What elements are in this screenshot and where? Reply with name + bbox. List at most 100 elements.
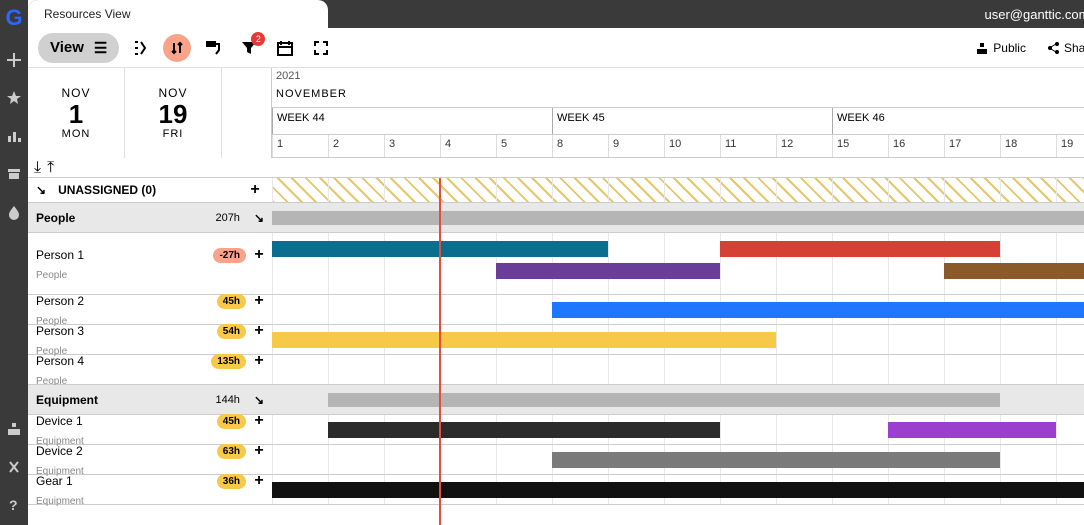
task-bar[interactable]: [328, 393, 1000, 407]
hours-pill: 54h: [217, 324, 246, 339]
expand-icon[interactable]: ↘: [36, 183, 46, 197]
collapse-group-icon[interactable]: ↘: [254, 393, 264, 407]
group-name: Equipment: [36, 393, 98, 407]
date-start[interactable]: NOV 1 MON: [28, 68, 125, 158]
day-label[interactable]: 15: [832, 135, 888, 157]
fullscreen-icon[interactable]: [307, 34, 335, 62]
day-label[interactable]: 3: [384, 135, 440, 157]
timeline-year: 2021: [272, 68, 1084, 88]
star-icon[interactable]: [4, 88, 24, 108]
add-task-icon[interactable]: +: [250, 352, 268, 370]
end-month: NOV: [158, 86, 187, 100]
task-bar[interactable]: [272, 241, 608, 257]
resource-name: Person 3: [36, 324, 84, 338]
day-label[interactable]: 18: [1000, 135, 1056, 157]
task-bar[interactable]: [720, 241, 1000, 257]
tab-title: Resources View: [44, 7, 130, 21]
sort-icon[interactable]: [163, 34, 191, 62]
task-bar[interactable]: [328, 422, 720, 438]
resource-name: Device 1: [36, 414, 83, 428]
date-end[interactable]: NOV 19 FRI: [125, 68, 222, 158]
resource-name: Device 2: [36, 444, 83, 458]
day-label[interactable]: 17: [944, 135, 1000, 157]
task-bar[interactable]: [496, 263, 720, 279]
calendar-icon[interactable]: [271, 34, 299, 62]
task-bar[interactable]: [552, 302, 1084, 318]
timeline-month: NOVEMBER: [272, 88, 1084, 108]
drop-icon[interactable]: [4, 202, 24, 222]
share-button[interactable]: Share: [1040, 39, 1084, 57]
collapse-all-icon[interactable]: ⤓: [34, 159, 41, 177]
resources-rail-icon[interactable]: [4, 419, 24, 439]
filter-icon[interactable]: 2: [235, 34, 263, 62]
end-day: 19: [159, 100, 188, 129]
add-task-icon[interactable]: +: [250, 292, 268, 310]
left-nav-rail: G ?: [0, 0, 28, 525]
group-name: People: [36, 211, 75, 225]
share-label: Share: [1064, 41, 1084, 55]
add-task-icon[interactable]: +: [250, 442, 268, 460]
add-task-icon[interactable]: +: [250, 412, 268, 430]
expand-all-icon[interactable]: ⤒: [47, 159, 54, 177]
task-bar[interactable]: [272, 482, 1084, 498]
day-label[interactable]: 4: [440, 135, 496, 157]
day-label[interactable]: 16: [888, 135, 944, 157]
public-button[interactable]: Public: [969, 39, 1032, 57]
user-email: user@ganttic.com: [985, 7, 1084, 22]
week-label: WEEK 44: [272, 108, 552, 134]
task-bar[interactable]: [944, 263, 1084, 279]
day-label[interactable]: 9: [608, 135, 664, 157]
week-label: WEEK 46: [832, 108, 1084, 134]
day-label[interactable]: 19: [1056, 135, 1084, 157]
task-bar[interactable]: [272, 332, 776, 348]
day-label[interactable]: 12: [776, 135, 832, 157]
resource-group: People: [36, 270, 67, 281]
menu-icon: ☰: [94, 39, 107, 57]
day-label[interactable]: 2: [328, 135, 384, 157]
hours-pill: 36h: [217, 474, 246, 489]
user-menu[interactable]: user@ganttic.com ▾: [985, 6, 1084, 22]
day-label[interactable]: 5: [496, 135, 552, 157]
collapse-controls: ⤓ ⤒: [28, 158, 1084, 178]
day-label[interactable]: 1: [272, 135, 328, 157]
help-icon[interactable]: ?: [4, 495, 24, 515]
archive-icon[interactable]: [4, 164, 24, 184]
resource-name: Person 4: [36, 354, 84, 368]
toolbar: View ☰ 2 Public Share: [28, 28, 1084, 68]
task-bar[interactable]: [888, 422, 1056, 438]
hours-pill: 45h: [217, 414, 246, 429]
settings-icon[interactable]: [4, 457, 24, 477]
topbar: Resources View user@ganttic.com ▾: [28, 0, 1084, 28]
add-icon[interactable]: [4, 50, 24, 70]
hours-pill: 135h: [211, 354, 246, 369]
view-dropdown[interactable]: View ☰: [38, 33, 119, 63]
day-label[interactable]: 8: [552, 135, 608, 157]
add-task-icon[interactable]: +: [246, 181, 264, 199]
task-bar[interactable]: [272, 211, 1084, 225]
hours-pill: 63h: [217, 444, 246, 459]
group-hours: 144h: [215, 394, 239, 406]
reports-icon[interactable]: [4, 126, 24, 146]
hours-pill: 45h: [217, 294, 246, 309]
group-hours: 207h: [215, 212, 239, 224]
start-day: 1: [69, 100, 83, 129]
resource-name: Person 2: [36, 294, 84, 308]
view-tab[interactable]: Resources View: [28, 0, 328, 28]
add-task-icon[interactable]: +: [250, 322, 268, 340]
indent-icon[interactable]: [127, 34, 155, 62]
day-label[interactable]: 11: [720, 135, 776, 157]
task-bar[interactable]: [552, 452, 1000, 468]
view-label: View: [50, 39, 84, 56]
start-weekday: MON: [62, 128, 91, 140]
app-logo: G: [0, 4, 28, 32]
add-task-icon[interactable]: +: [250, 472, 268, 490]
public-label: Public: [993, 41, 1026, 55]
collapse-group-icon[interactable]: ↘: [254, 211, 264, 225]
add-task-icon[interactable]: +: [250, 246, 268, 264]
end-weekday: FRI: [163, 128, 184, 140]
svg-text:?: ?: [9, 497, 18, 513]
paint-icon[interactable]: [199, 34, 227, 62]
resource-name: Gear 1: [36, 474, 73, 488]
start-month: NOV: [61, 86, 90, 100]
day-label[interactable]: 10: [664, 135, 720, 157]
